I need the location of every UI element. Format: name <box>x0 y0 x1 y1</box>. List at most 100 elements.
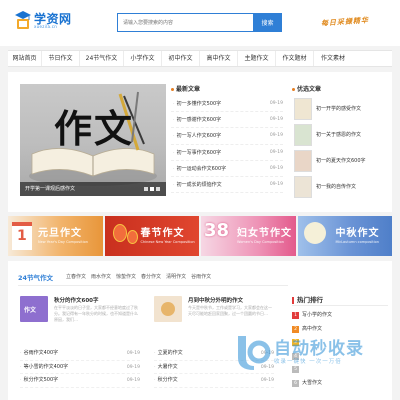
card-thumbnail-label: 作文 <box>24 307 37 314</box>
list-item[interactable]: 初一感谢作文600字 09-19 <box>171 112 283 129</box>
tab-chunfen[interactable]: 春分作文 <box>141 273 161 280</box>
hero-image-title: 作文 <box>54 106 135 151</box>
pick-title[interactable]: 初一关于感恩的作文 <box>316 131 361 138</box>
list-item[interactable]: 初一运动会作文600字 09-19 <box>171 161 283 177</box>
picks-title-wrap: 优选文章 <box>292 84 321 93</box>
hot-item[interactable]: 6 大雪作文 <box>292 377 388 391</box>
nav-item-primary[interactable]: 小学作文 <box>124 51 162 66</box>
site-slogan: 每日采撷精华 <box>320 16 370 28</box>
list-item-title[interactable]: 初一写事作文600字 <box>173 145 222 160</box>
calendar-number: 1 <box>17 228 27 244</box>
site-header: 学资网 xuezila.cn 搜索 每日采撷精华 <box>0 0 400 46</box>
pick-thumbnail[interactable] <box>294 98 312 120</box>
hot-ranking-title: 热门排行 <box>297 296 323 304</box>
banner-womens-day[interactable]: 38 妇女节作文 Women's Day Composition <box>201 216 296 256</box>
nav-item-junior[interactable]: 初中作文 <box>162 51 200 66</box>
tab-lichun[interactable]: 立春作文 <box>66 273 86 280</box>
list-item[interactable]: 初一写事作文600字 09-19 <box>171 145 283 161</box>
nav-item-festival[interactable]: 节日作文 <box>42 51 80 66</box>
section-title[interactable]: 24节气作文 <box>18 272 53 282</box>
list-item[interactable]: 谷雨作文400字 09-19 <box>20 347 140 361</box>
latest-title-wrap: 最新文章 <box>171 84 200 93</box>
list-item-date: 09-19 <box>269 117 283 123</box>
list-item-title[interactable]: 初一感谢作文600字 <box>173 112 222 127</box>
watermark-logo-icon <box>238 336 271 370</box>
hero-caption[interactable]: 开学第一课观后感作文 <box>25 185 75 192</box>
nav-item-senior[interactable]: 高中作文 <box>200 51 238 66</box>
list-item-title[interactable]: 等小雪的作文400字 <box>20 361 69 374</box>
list-item-title[interactable]: 秋分作文 <box>154 374 178 387</box>
tab-jingzhe[interactable]: 惊蛰作文 <box>116 273 136 280</box>
pick-item[interactable]: 初一的夏天作文600字 <box>292 150 388 172</box>
pick-item[interactable]: 初一我的自传作文 <box>292 176 388 198</box>
picks-title: 优选文章 <box>297 86 322 93</box>
tab-qingming[interactable]: 清明作文 <box>166 273 186 280</box>
list-item-title[interactable]: 大暑作文 <box>154 361 178 374</box>
search-input[interactable] <box>117 13 253 32</box>
banner-number-38: 38 <box>204 220 230 241</box>
card-thumbnail[interactable] <box>154 296 182 322</box>
banner-title: 春节作文 <box>140 228 185 239</box>
slider-dots <box>144 187 160 191</box>
lantern-icon <box>112 224 127 242</box>
pick-title[interactable]: 初一我的自传作文 <box>316 183 356 190</box>
list-item-date: 09-19 <box>126 364 140 370</box>
card-thumbnail[interactable]: 作文 <box>20 296 48 322</box>
banner-spring-festival[interactable]: 春节作文 Chinese New Year Composition <box>104 216 199 256</box>
latest-title: 最新文章 <box>176 86 201 93</box>
featured-card[interactable]: 月到中秋分外明的作文 今天是中秋节，工作或是学习，大家都会在这一天尽可能地赶回家… <box>154 294 276 330</box>
slider-dot[interactable] <box>144 187 148 191</box>
banner-new-year[interactable]: 1 元旦作文 New Year's Day Composition <box>8 216 103 256</box>
nav-item-theme[interactable]: 主题作文 <box>238 51 276 66</box>
pick-item[interactable]: 初一关于感恩的作文 <box>292 124 388 146</box>
list-item[interactable]: 等小雪的作文400字 09-19 <box>20 361 140 374</box>
pick-thumbnail[interactable] <box>294 124 312 146</box>
section-header: 24节气作文 立春作文 雨水作文 惊蛰作文 春分作文 清明作文 谷雨作文 <box>18 272 288 286</box>
banner-subtitle: Mid-autumn composition <box>335 240 380 244</box>
list-item[interactable]: 秋分作文500字 09-19 <box>20 374 140 388</box>
list-item-date: 09-19 <box>269 133 283 139</box>
tab-guyu[interactable]: 谷雨作文 <box>191 273 211 280</box>
list-item[interactable]: 初一写人作文600字 09-19 <box>171 128 283 145</box>
list-item-title[interactable]: 立夏的作文 <box>154 347 183 360</box>
article-list-left: 谷雨作文400字 09-19 等小雪的作文400字 09-19 秋分作文500字 09… <box>20 347 140 388</box>
banner-mid-autumn[interactable]: 中秋作文 Mid-autumn composition <box>297 216 392 256</box>
hot-item-title[interactable]: 大雪作文 <box>302 377 322 390</box>
pick-thumbnail[interactable] <box>294 176 312 198</box>
nav-item-genre[interactable]: 作文题材 <box>276 51 314 66</box>
section-tabs: 立春作文 雨水作文 惊蛰作文 春分作文 清明作文 谷雨作文 <box>66 273 211 280</box>
list-item-title[interactable]: 初一多懂作文500字 <box>173 96 222 111</box>
watermark-text: 自动秒收录 <box>274 339 364 359</box>
hero-slide[interactable]: 作文 开学第一课观后感作文 <box>20 84 166 196</box>
pick-thumbnail[interactable] <box>294 150 312 172</box>
list-item-date: 09-19 <box>269 149 283 155</box>
nav-item-material[interactable]: 作文素材 <box>314 51 352 66</box>
list-item-title[interactable]: 谷雨作文400字 <box>20 347 59 360</box>
list-item[interactable]: 初一多懂作文500字 09-19 <box>171 96 283 113</box>
slider-dot[interactable] <box>156 187 160 191</box>
card-title[interactable]: 秋分的作文600字 <box>54 296 98 304</box>
pick-title[interactable]: 初一开学的感受作文 <box>316 105 361 112</box>
search-bar: 搜索 <box>117 13 282 32</box>
list-item-title[interactable]: 初一运动会作文600字 <box>173 161 227 176</box>
pick-item[interactable]: 初一开学的感受作文 <box>292 98 388 120</box>
list-item-title[interactable]: 秋分作文500字 <box>20 374 59 387</box>
featured-card[interactable]: 作文 秋分的作文600字 在平平淡淡的日子里，大家都不经意地度过了秋分。我记得有… <box>20 294 142 330</box>
search-button[interactable]: 搜索 <box>253 13 282 32</box>
hot-item[interactable]: 1 写小学的作文 <box>292 309 388 323</box>
hot-item-title[interactable]: 写小学的作文 <box>302 309 332 322</box>
list-item[interactable]: 初一成长的烦恼作文 09-19 <box>171 177 283 194</box>
nav-item-solar-terms[interactable]: 24节气作文 <box>80 51 124 66</box>
slider-dot-active[interactable] <box>150 187 154 191</box>
list-item-title[interactable]: 初一写人作文600字 <box>173 128 222 143</box>
tab-yushui[interactable]: 雨水作文 <box>91 273 111 280</box>
list-item-title[interactable]: 初一成长的烦恼作文 <box>173 177 222 192</box>
banner-title: 妇女节作文 <box>237 228 292 239</box>
nav-item-home[interactable]: 网站首页 <box>8 51 42 66</box>
list-item[interactable]: 秋分作文09-19 <box>154 374 274 388</box>
card-title[interactable]: 月到中秋分外明的作文 <box>188 296 243 304</box>
site-logo[interactable]: 学资网 xuezila.cn <box>14 9 74 35</box>
accent-bar <box>292 296 294 304</box>
banner-title: 元旦作文 <box>38 228 82 239</box>
pick-title[interactable]: 初一的夏天作文600字 <box>316 157 366 164</box>
